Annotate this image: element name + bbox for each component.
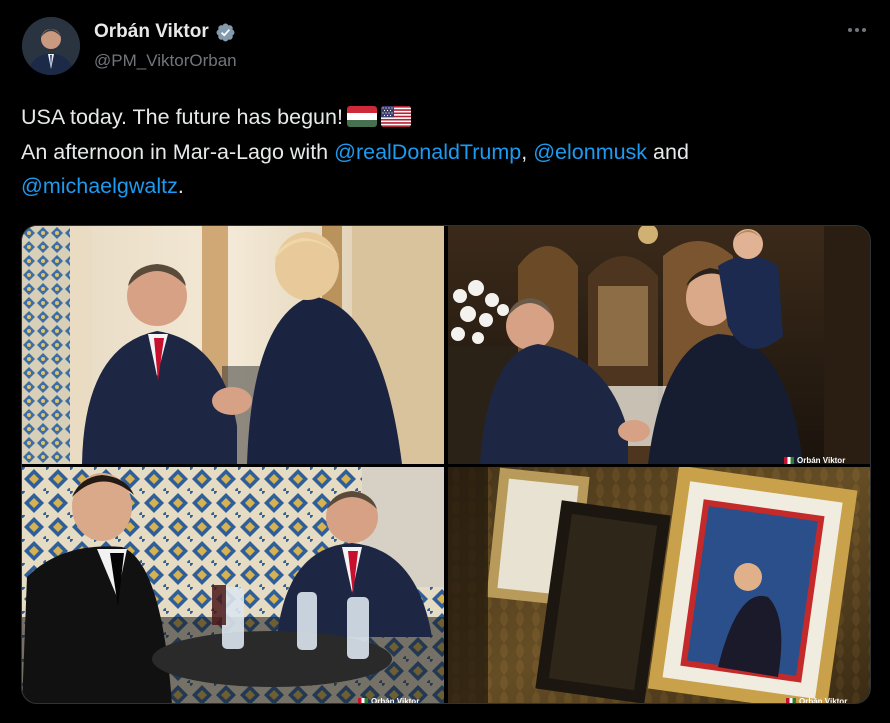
verified-badge-icon [215,22,236,43]
tweet-line-1: USA today. The future has begun! [21,100,871,135]
hungary-flag-icon [346,106,377,127]
more-dot [848,28,852,32]
more-dot [855,28,859,32]
watermark-flag-icon [358,697,368,703]
author-handle[interactable]: @PM_ViktorOrban [94,51,237,71]
photo-1-handshake[interactable] [22,226,444,464]
photo-2-mar-a-lago-hall[interactable]: Orbán Viktor [448,226,870,464]
mention-realdonaldtrump-link[interactable]: @realDonaldTrump [334,140,521,164]
avatar[interactable] [22,17,80,75]
tweet-line-1-text: USA today. The future has begun! [21,105,343,129]
tweet-line-3: @michaelgwaltz. [21,169,871,204]
tweet: Orbán Viktor @PM_ViktorOrban USA today. … [0,0,890,723]
usa-flag-icon [380,106,411,127]
more-dot [862,28,866,32]
tweet-text: USA today. The future has begun! An afte… [21,100,871,204]
tweet-separator: , [521,139,534,164]
photo-3-table-meeting[interactable]: Orbán Viktor [22,467,444,704]
photo-4-framed-covers[interactable]: Orbán Viktor [448,467,870,704]
mention-elonmusk-link[interactable]: @elonmusk [533,140,647,164]
author-display-name[interactable]: Orbán Viktor [94,21,209,43]
tweet-suffix: . [177,174,184,198]
tweet-line-2-prefix: An afternoon in Mar-a-Lago with [21,139,335,164]
watermark-text: Orbán Viktor [371,696,420,704]
tweet-separator: and [647,139,689,164]
watermark-text: Orbán Viktor [797,455,846,465]
more-options-icon[interactable] [844,20,870,40]
photo-watermark: Orbán Viktor [786,696,848,704]
watermark-flag-icon [784,456,794,464]
tweet-line-2: An afternoon in Mar-a-Lago with @realDon… [21,135,871,170]
photo-watermark: Orbán Viktor [784,456,845,464]
photo-watermark: Orbán Viktor [358,696,420,704]
author-name-row: Orbán Viktor [94,21,236,43]
watermark-text: Orbán Viktor [799,696,848,704]
media-grid: Orbán Viktor Orbán Viktor Orbán Viktor [21,225,871,704]
watermark-flag-icon [786,697,796,703]
mention-michaelgwaltz-link[interactable]: @michaelgwaltz [21,174,178,198]
